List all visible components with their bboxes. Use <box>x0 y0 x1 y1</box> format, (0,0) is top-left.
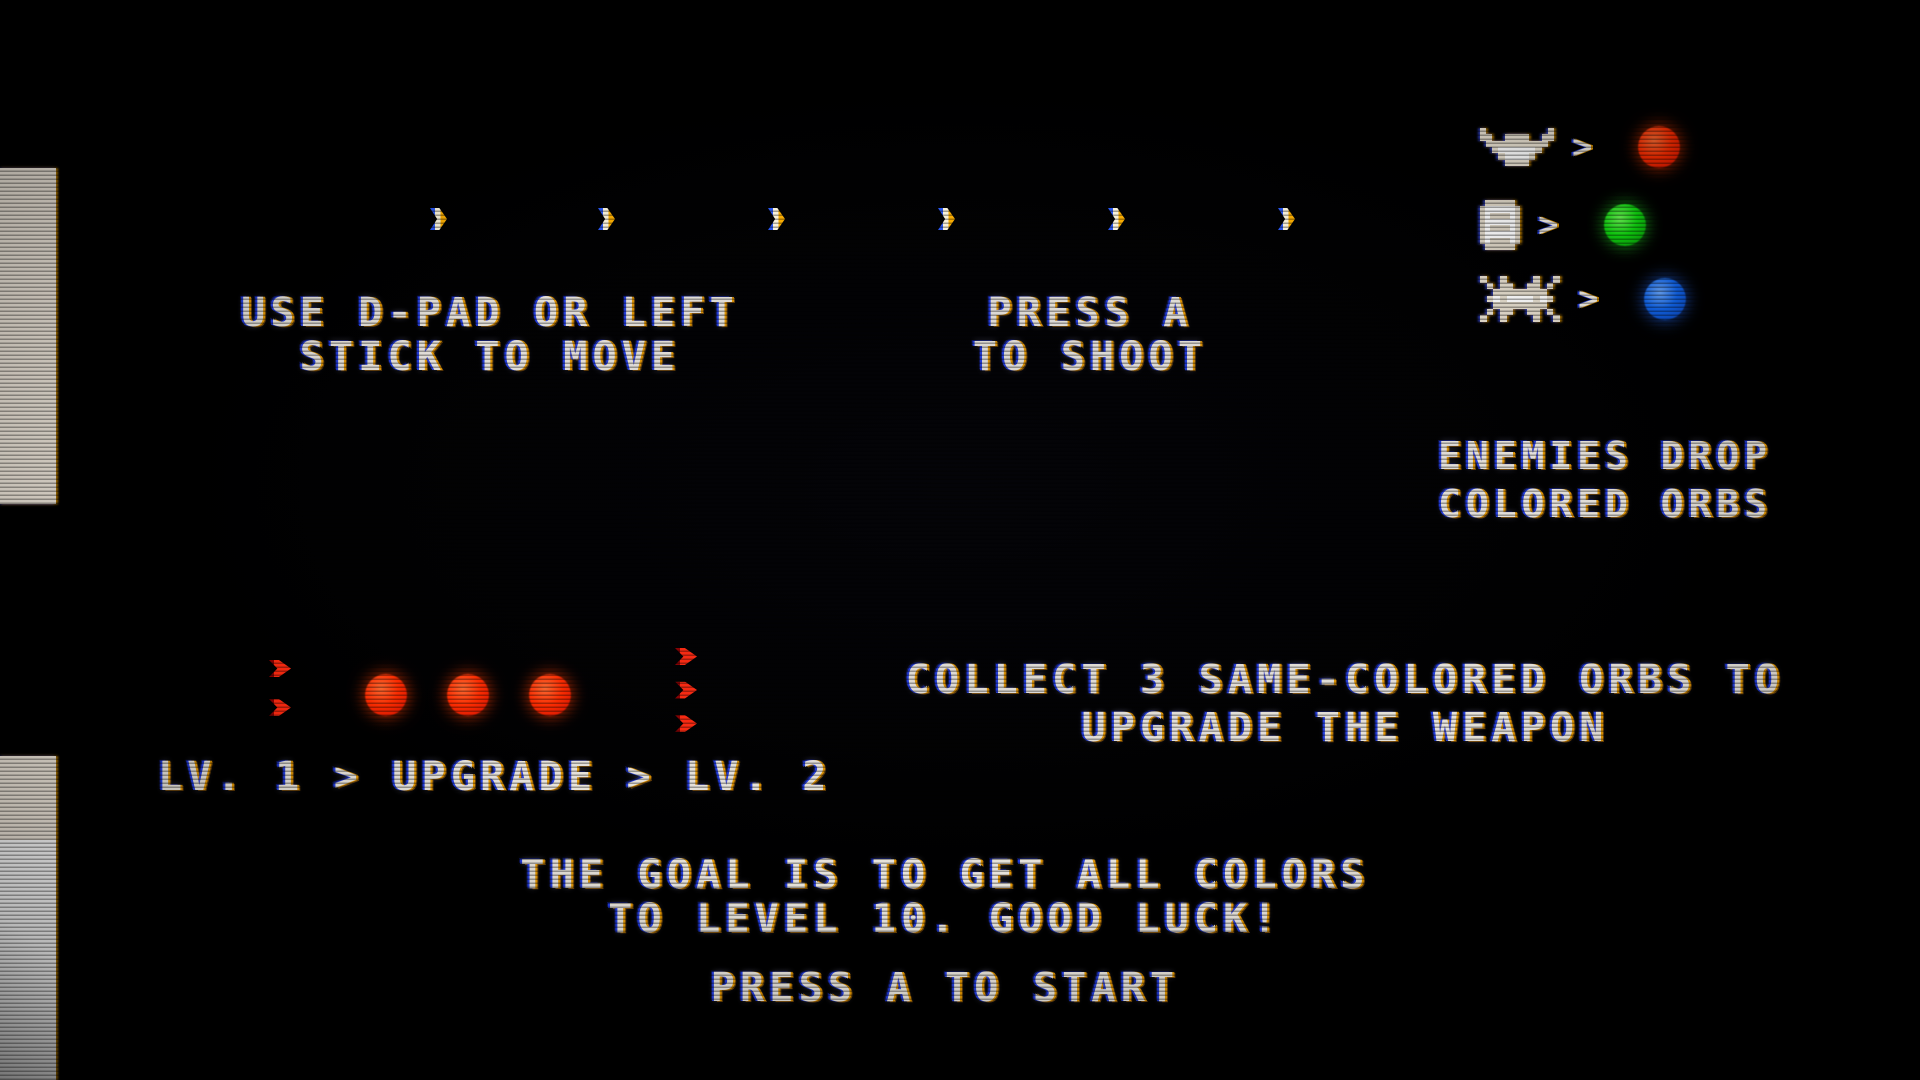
bullet-projectile <box>938 208 955 230</box>
green-orb <box>1604 204 1647 246</box>
bullet-projectile <box>598 208 615 230</box>
bullet-projectile <box>430 208 447 230</box>
bullet-projectile <box>1108 208 1125 230</box>
bracket-segment <box>675 648 697 665</box>
bullet-core <box>430 208 447 230</box>
enemy-legend-row: > <box>1480 200 1647 250</box>
red-orb <box>1638 126 1681 168</box>
bracket-segment <box>269 660 291 677</box>
shoot-instruction-line2: TO SHOOT <box>972 334 1208 380</box>
player-character-sprite <box>0 0 56 1080</box>
chevron-right-icon: > <box>1538 205 1559 245</box>
bat-enemy-icon <box>1480 128 1554 166</box>
bullet-core <box>1278 208 1295 230</box>
collected-orb <box>529 674 571 716</box>
chevron-right-icon: > <box>1578 279 1599 319</box>
press-a-to-start-prompt[interactable]: PRESS A TO START <box>711 963 1180 1014</box>
blue-orb <box>1644 278 1687 320</box>
upgrade-progress-meter <box>255 640 715 735</box>
barrel-enemy-icon <box>1480 200 1520 250</box>
collected-orb <box>447 674 489 716</box>
enemy-caption-line1: ENEMIES DROP <box>1438 434 1772 478</box>
upgrade-rule-line1: COLLECT 3 SAME-COLORED ORBS TO <box>905 657 1785 703</box>
goal-line2: TO LEVEL 10. GOOD LUCK! <box>608 896 1282 942</box>
bullet-projectile <box>768 208 785 230</box>
bullet-core <box>938 208 955 230</box>
bracket-segment <box>675 681 697 699</box>
bracket-segment <box>269 699 291 716</box>
enemy-caption-line2: COLORED ORBS <box>1438 482 1772 526</box>
spider-enemy-icon <box>1480 276 1560 322</box>
enemy-legend-row: > <box>1480 126 1681 168</box>
bullet-core <box>1108 208 1125 230</box>
collected-orb <box>365 674 407 716</box>
meter-right-bracket <box>675 648 697 732</box>
bullet-core <box>598 208 615 230</box>
bullet-core <box>768 208 785 230</box>
upgrade-rule-line2: UPGRADE THE WEAPON <box>1081 705 1609 751</box>
bullet-projectile <box>1278 208 1295 230</box>
chevron-right-icon: > <box>1572 127 1593 167</box>
meter-left-bracket <box>269 660 291 716</box>
bracket-segment <box>675 715 697 732</box>
upgrade-level-progress: LV. 1 > UPGRADE > LV. 2 <box>158 754 832 800</box>
move-instruction-line2: STICK TO MOVE <box>299 334 681 380</box>
enemy-legend-row: > <box>1480 276 1687 322</box>
game-tutorial-screen: USE D-PAD OR LEFT STICK TO MOVE PRESS A … <box>0 0 1920 1080</box>
